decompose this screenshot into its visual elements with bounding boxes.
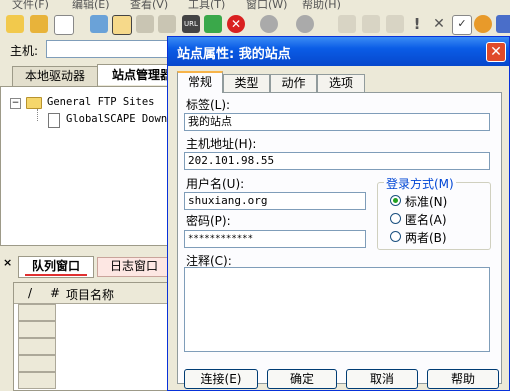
menu-tools[interactable]: 工具(T) [188, 0, 225, 10]
hammer-icon[interactable] [158, 15, 176, 33]
check-icon[interactable]: ✓ [452, 15, 472, 35]
properties-icon[interactable] [338, 15, 356, 33]
folder-icon [26, 97, 42, 109]
dialog-title: 站点属性: 我的站点 [177, 47, 291, 62]
column-number[interactable]: # [50, 286, 60, 300]
dialog-titlebar[interactable]: 站点属性: 我的站点 ✕ [168, 37, 509, 66]
file-icon [48, 113, 60, 128]
download-icon[interactable] [260, 15, 278, 33]
wizard-icon[interactable] [30, 15, 48, 33]
connect-button[interactable]: 连接(E) [184, 369, 258, 389]
stop-icon[interactable]: ✕ [227, 15, 245, 33]
menu-help[interactable]: 帮助(H) [302, 0, 341, 10]
upload-icon[interactable] [296, 15, 314, 33]
menu-edit[interactable]: 编辑(E) [72, 0, 110, 10]
host-label: 主机: [10, 44, 39, 58]
table-row[interactable] [18, 372, 56, 389]
close-icon[interactable]: ✕ [430, 15, 448, 33]
pane-splitter[interactable] [0, 246, 170, 254]
close-button[interactable]: ✕ [486, 42, 506, 62]
queue-header: / # 项目名称 [14, 283, 169, 304]
radio-both-label[interactable]: 两者(B) [405, 229, 447, 246]
menu-window[interactable]: 窗口(W) [246, 0, 287, 10]
radio-standard-label[interactable]: 标准(N) [405, 193, 447, 210]
tab-queue-window[interactable]: 队列窗口 [18, 256, 94, 278]
queue-icon[interactable] [362, 15, 380, 33]
refresh-icon[interactable] [204, 15, 222, 33]
disconnect-icon[interactable] [90, 15, 108, 33]
table-row[interactable] [18, 355, 56, 372]
close-panel-icon[interactable]: × [3, 256, 12, 269]
password-input[interactable]: ************ [184, 230, 366, 248]
left-tabs: 本地驱动器 站点管理器 [0, 62, 177, 86]
tab-general[interactable]: 常规 [177, 71, 223, 93]
collapse-icon[interactable]: − [10, 98, 21, 109]
menu-view[interactable]: 查看(V) [130, 0, 168, 10]
new-file-icon[interactable] [54, 15, 74, 35]
settings-icon[interactable] [474, 15, 492, 33]
tab-log-window[interactable]: 日志窗口 [97, 257, 171, 277]
menu-bar: 文件(F) 编辑(E) 查看(V) 工具(T) 窗口(W) 帮助(H) [0, 0, 510, 10]
edit-icon[interactable] [112, 15, 132, 35]
site-tree: − General FTP Sites GlobalSCAPE Downl [0, 86, 173, 246]
queue-list: / # 项目名称 [13, 282, 170, 391]
login-method-title: 登录方式(M) [384, 175, 456, 192]
column-item-name[interactable]: 项目名称 [66, 286, 114, 303]
password-label: 密码(P): [186, 214, 231, 228]
radio-both[interactable] [390, 231, 401, 242]
comment-textarea[interactable] [184, 267, 490, 352]
ok-button[interactable]: 确定 [267, 369, 337, 389]
options-icon[interactable] [496, 15, 510, 33]
tab-options[interactable]: 选项 [317, 74, 365, 92]
host-address-input[interactable]: 202.101.98.55 [184, 152, 490, 170]
tree-item-globalscape[interactable]: GlobalSCAPE Downl [66, 113, 173, 125]
table-row[interactable] [18, 304, 56, 321]
url-icon[interactable]: URL [182, 15, 200, 33]
label-input[interactable]: 我的站点 [184, 113, 490, 131]
tab-type[interactable]: 类型 [223, 74, 270, 92]
cancel-button[interactable]: 取消 [346, 369, 418, 389]
queue-icon[interactable] [386, 15, 404, 33]
column-status[interactable]: / [28, 286, 32, 300]
exclaim-icon[interactable]: ! [408, 15, 426, 33]
tree-item-general-ftp-sites[interactable]: General FTP Sites [47, 96, 154, 108]
username-input[interactable]: shuxiang.org [184, 192, 366, 210]
tab-local-drives[interactable]: 本地驱动器 [12, 66, 98, 86]
help-button[interactable]: 帮助 [427, 369, 499, 389]
username-label: 用户名(U): [186, 177, 245, 191]
menu-file[interactable]: 文件(F) [12, 0, 49, 10]
toolbar: URL ✕ ! ✕ ✓ [0, 10, 510, 39]
radio-standard[interactable] [390, 195, 401, 206]
table-row[interactable] [18, 338, 56, 355]
hammer-icon[interactable] [136, 15, 154, 33]
radio-anonymous-label[interactable]: 匿名(A) [405, 211, 447, 228]
tab-site-manager[interactable]: 站点管理器 [97, 64, 177, 85]
table-row[interactable] [18, 321, 56, 338]
connect-icon[interactable] [6, 15, 24, 33]
tab-actions[interactable]: 动作 [270, 74, 317, 92]
radio-anonymous[interactable] [390, 213, 401, 224]
label-field-label: 标签(L): [186, 98, 231, 112]
queue-tabs: × 队列窗口 日志窗口 [0, 254, 171, 278]
host-address-label: 主机地址(H): [186, 137, 257, 151]
host-input[interactable] [46, 40, 168, 58]
